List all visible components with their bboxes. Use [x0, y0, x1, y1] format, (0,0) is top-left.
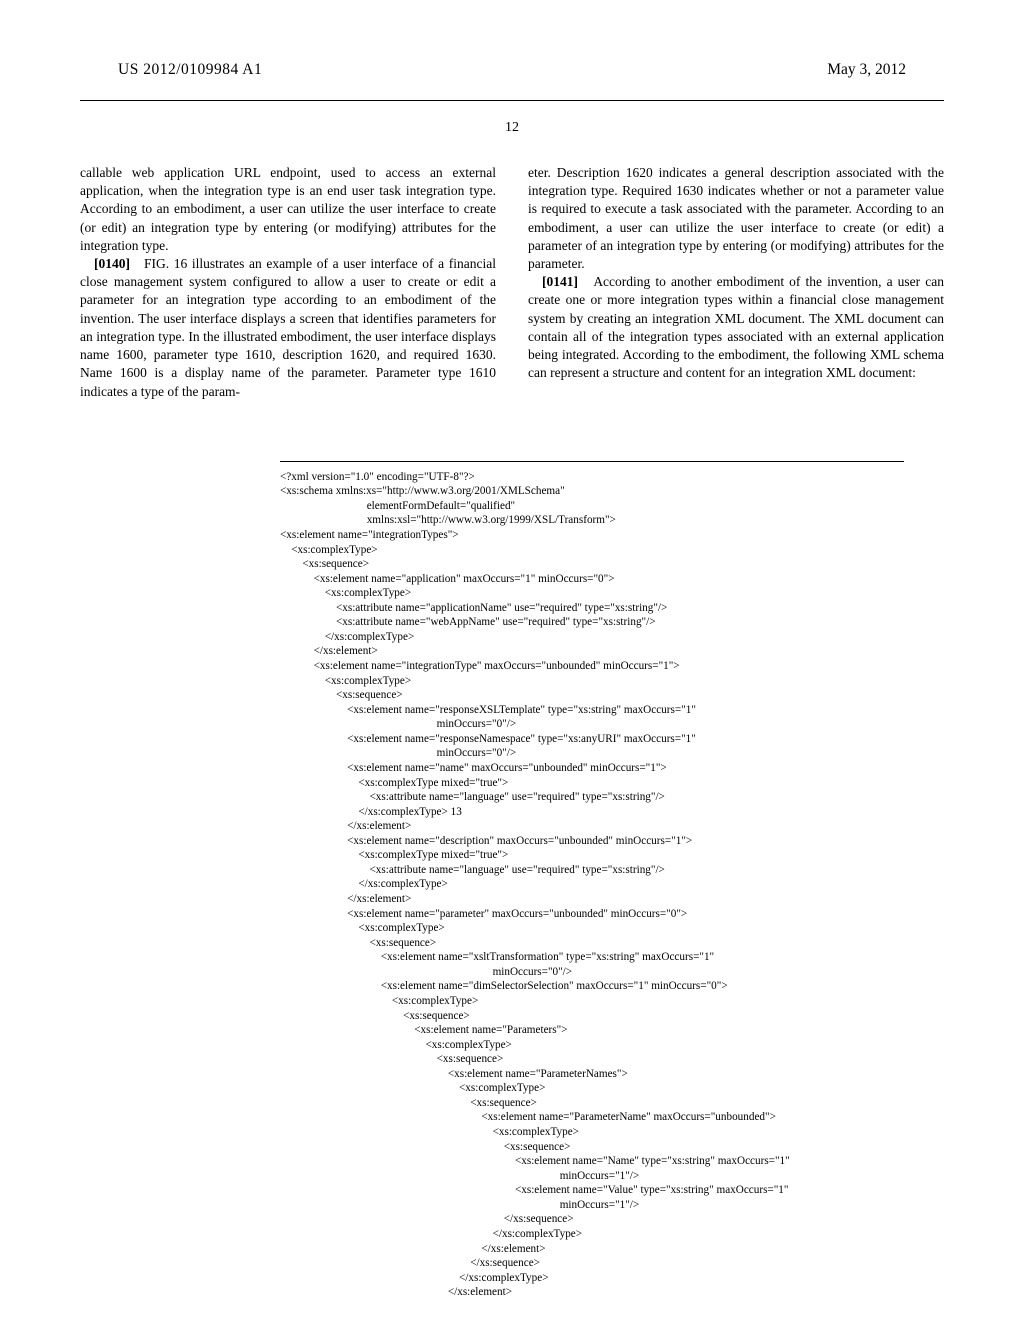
left-p2-text: FIG. 16 illustrates an example of a user… — [80, 256, 496, 399]
right-p2: [0141] According to another embodiment o… — [528, 273, 944, 382]
left-p2: [0140] FIG. 16 illustrates an example of… — [80, 255, 496, 401]
publication-date: May 3, 2012 — [827, 60, 906, 81]
publication-number: US 2012/0109984 A1 — [118, 60, 262, 81]
right-p2-label: [0141] — [542, 274, 578, 289]
right-column: eter. Description 1620 indicates a gener… — [528, 164, 944, 401]
left-column: callable web application URL endpoint, u… — [80, 164, 496, 401]
left-p2-label: [0140] — [94, 256, 130, 271]
left-p1: callable web application URL endpoint, u… — [80, 164, 496, 255]
page-number: 12 — [80, 119, 944, 138]
body-columns: callable web application URL endpoint, u… — [80, 164, 944, 401]
patent-page: US 2012/0109984 A1 May 3, 2012 12 callab… — [0, 0, 1024, 1320]
xml-schema-code: <?xml version="1.0" encoding="UTF-8"?> <… — [280, 461, 904, 1300]
right-p1: eter. Description 1620 indicates a gener… — [528, 164, 944, 273]
right-p2-text: According to another embodiment of the i… — [528, 274, 944, 380]
page-header: US 2012/0109984 A1 May 3, 2012 — [80, 60, 944, 101]
